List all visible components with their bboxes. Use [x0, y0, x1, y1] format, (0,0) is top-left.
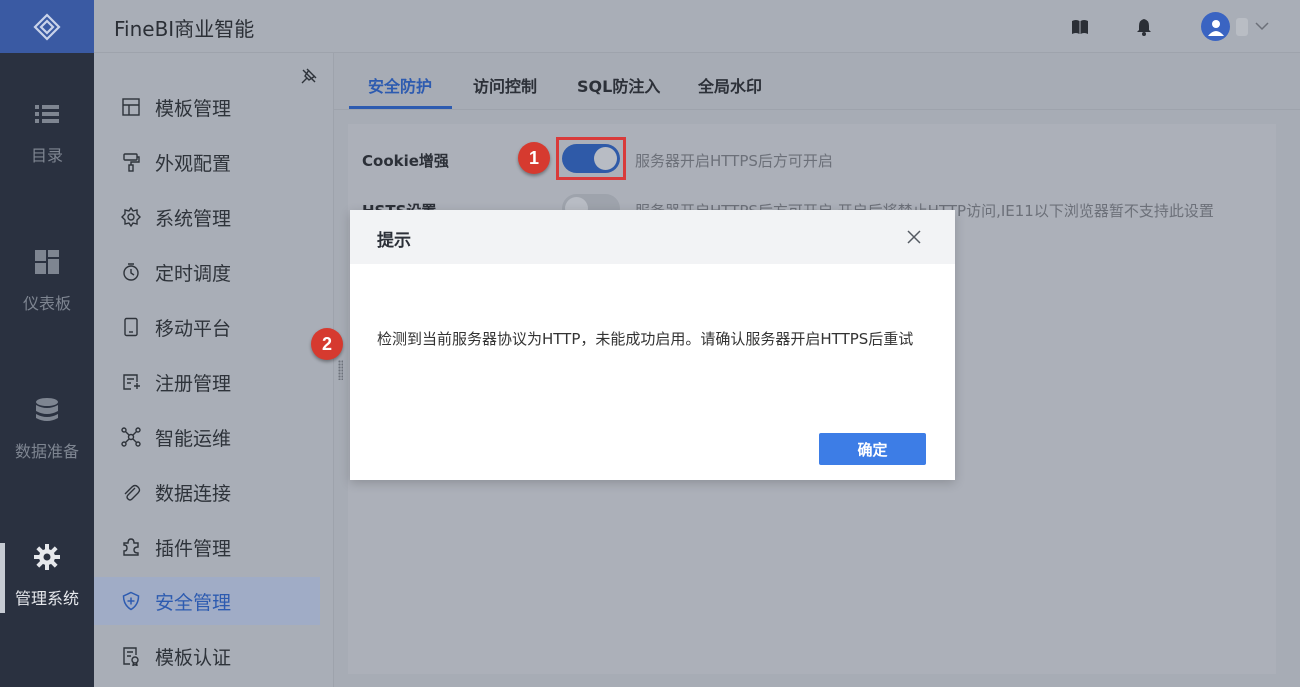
gear-icon [34, 544, 60, 570]
tab-access-control[interactable]: 访问控制 [473, 73, 537, 97]
bell-icon[interactable] [1134, 17, 1154, 37]
rail-item-data-prep[interactable]: 数据准备 [0, 396, 94, 496]
cookie-toggle-highlight [556, 137, 626, 180]
nav-item-label: 模板管理 [155, 97, 232, 120]
settings-icon [121, 207, 141, 227]
chevron-down-icon[interactable] [1254, 18, 1270, 34]
nav-item-label: 定时调度 [155, 262, 232, 285]
rail-item-label: 仪表板 [22, 294, 71, 313]
app-title: FineBI商业智能 [114, 17, 255, 41]
nav-item-template-mgmt[interactable]: 模板管理 [94, 84, 320, 130]
cookie-setting-hint: 服务器开启HTTPS后方可开启 [635, 152, 833, 170]
nav-item-template-certification[interactable]: 模板认证 [94, 633, 320, 679]
register-icon [123, 374, 140, 390]
nav-item-label: 模板认证 [155, 646, 232, 669]
rail-item-label: 目录 [30, 146, 63, 165]
cookie-setting-label: Cookie增强 [362, 152, 449, 170]
user-icon [1207, 19, 1224, 36]
certificate-icon [123, 647, 139, 666]
rail-item-admin[interactable]: 管理系统 [0, 543, 94, 643]
nav-item-mobile[interactable]: 移动平台 [94, 304, 320, 350]
dashboard-icon [35, 250, 59, 274]
prompt-dialog: 提示 检测到当前服务器协议为HTTP，未能成功启用。请确认服务器开启HTTPS后… [350, 210, 955, 480]
timer-icon [123, 263, 139, 281]
nav-item-plugins[interactable]: 插件管理 [94, 524, 320, 570]
tab-global-watermark[interactable]: 全局水印 [698, 73, 762, 97]
rail-item-catalog[interactable]: 目录 [0, 100, 94, 200]
tab-security-protection[interactable]: 安全防护 [368, 73, 432, 97]
logo-icon [33, 12, 61, 41]
nav-item-intelligent-ops[interactable]: 智能运维 [94, 414, 320, 460]
close-icon[interactable] [906, 229, 922, 245]
resize-handle[interactable] [338, 360, 343, 380]
nav-item-label: 智能运维 [155, 427, 232, 450]
paperclip-icon [124, 484, 141, 501]
paint-roller-icon [123, 153, 140, 172]
security-tabs: 安全防护 访问控制 SQL防注入 全局水印 [334, 53, 1300, 110]
list-icon [35, 105, 59, 123]
app-logo[interactable] [0, 0, 94, 53]
rail-item-label: 数据准备 [14, 442, 79, 461]
user-name-redacted [1236, 18, 1248, 36]
dialog-message: 检测到当前服务器协议为HTTP，未能成功启用。请确认服务器开启HTTPS后重试 [377, 330, 914, 348]
top-bar: FineBI商业智能 [94, 0, 1300, 53]
admin-subnav: 模板管理 外观配置 系统管理 定时调度 移动平台 注册管理 智能运维 数据连接 … [94, 53, 334, 687]
confirm-button[interactable]: 确定 [819, 433, 926, 465]
active-tab-indicator [349, 106, 452, 109]
nav-item-label: 数据连接 [155, 482, 232, 505]
nav-item-system-mgmt[interactable]: 系统管理 [94, 194, 320, 240]
nav-item-label: 移动平台 [155, 317, 232, 340]
annotation-badge-2: 2 [311, 328, 343, 360]
nav-item-security[interactable]: 安全管理 [94, 577, 320, 625]
network-icon [121, 427, 141, 447]
shield-icon [122, 591, 140, 611]
nav-item-label: 安全管理 [155, 591, 232, 614]
annotation-badge-1: 1 [518, 142, 550, 174]
book-icon[interactable] [1070, 17, 1090, 37]
dialog-title: 提示 [377, 231, 411, 251]
mobile-icon [124, 317, 138, 337]
dialog-header: 提示 [350, 210, 955, 264]
nav-item-scheduling[interactable]: 定时调度 [94, 249, 320, 295]
nav-item-label: 系统管理 [155, 207, 232, 230]
puzzle-icon [123, 538, 139, 556]
template-icon [122, 98, 140, 116]
nav-item-label: 插件管理 [155, 537, 232, 560]
nav-item-registration[interactable]: 注册管理 [94, 359, 320, 405]
rail-item-dashboard[interactable]: 仪表板 [0, 248, 94, 348]
nav-item-data-connection[interactable]: 数据连接 [94, 469, 320, 515]
rail-item-label: 管理系统 [14, 589, 79, 608]
database-icon [36, 398, 58, 421]
nav-item-label: 注册管理 [155, 372, 232, 395]
nav-item-label: 外观配置 [155, 152, 232, 175]
tab-sql-injection[interactable]: SQL防注入 [577, 73, 660, 97]
nav-item-appearance[interactable]: 外观配置 [94, 139, 320, 185]
user-avatar[interactable] [1201, 12, 1230, 41]
pin-icon[interactable] [300, 67, 318, 85]
left-rail: 目录 仪表板 数据准备 管理系统 [0, 0, 94, 687]
